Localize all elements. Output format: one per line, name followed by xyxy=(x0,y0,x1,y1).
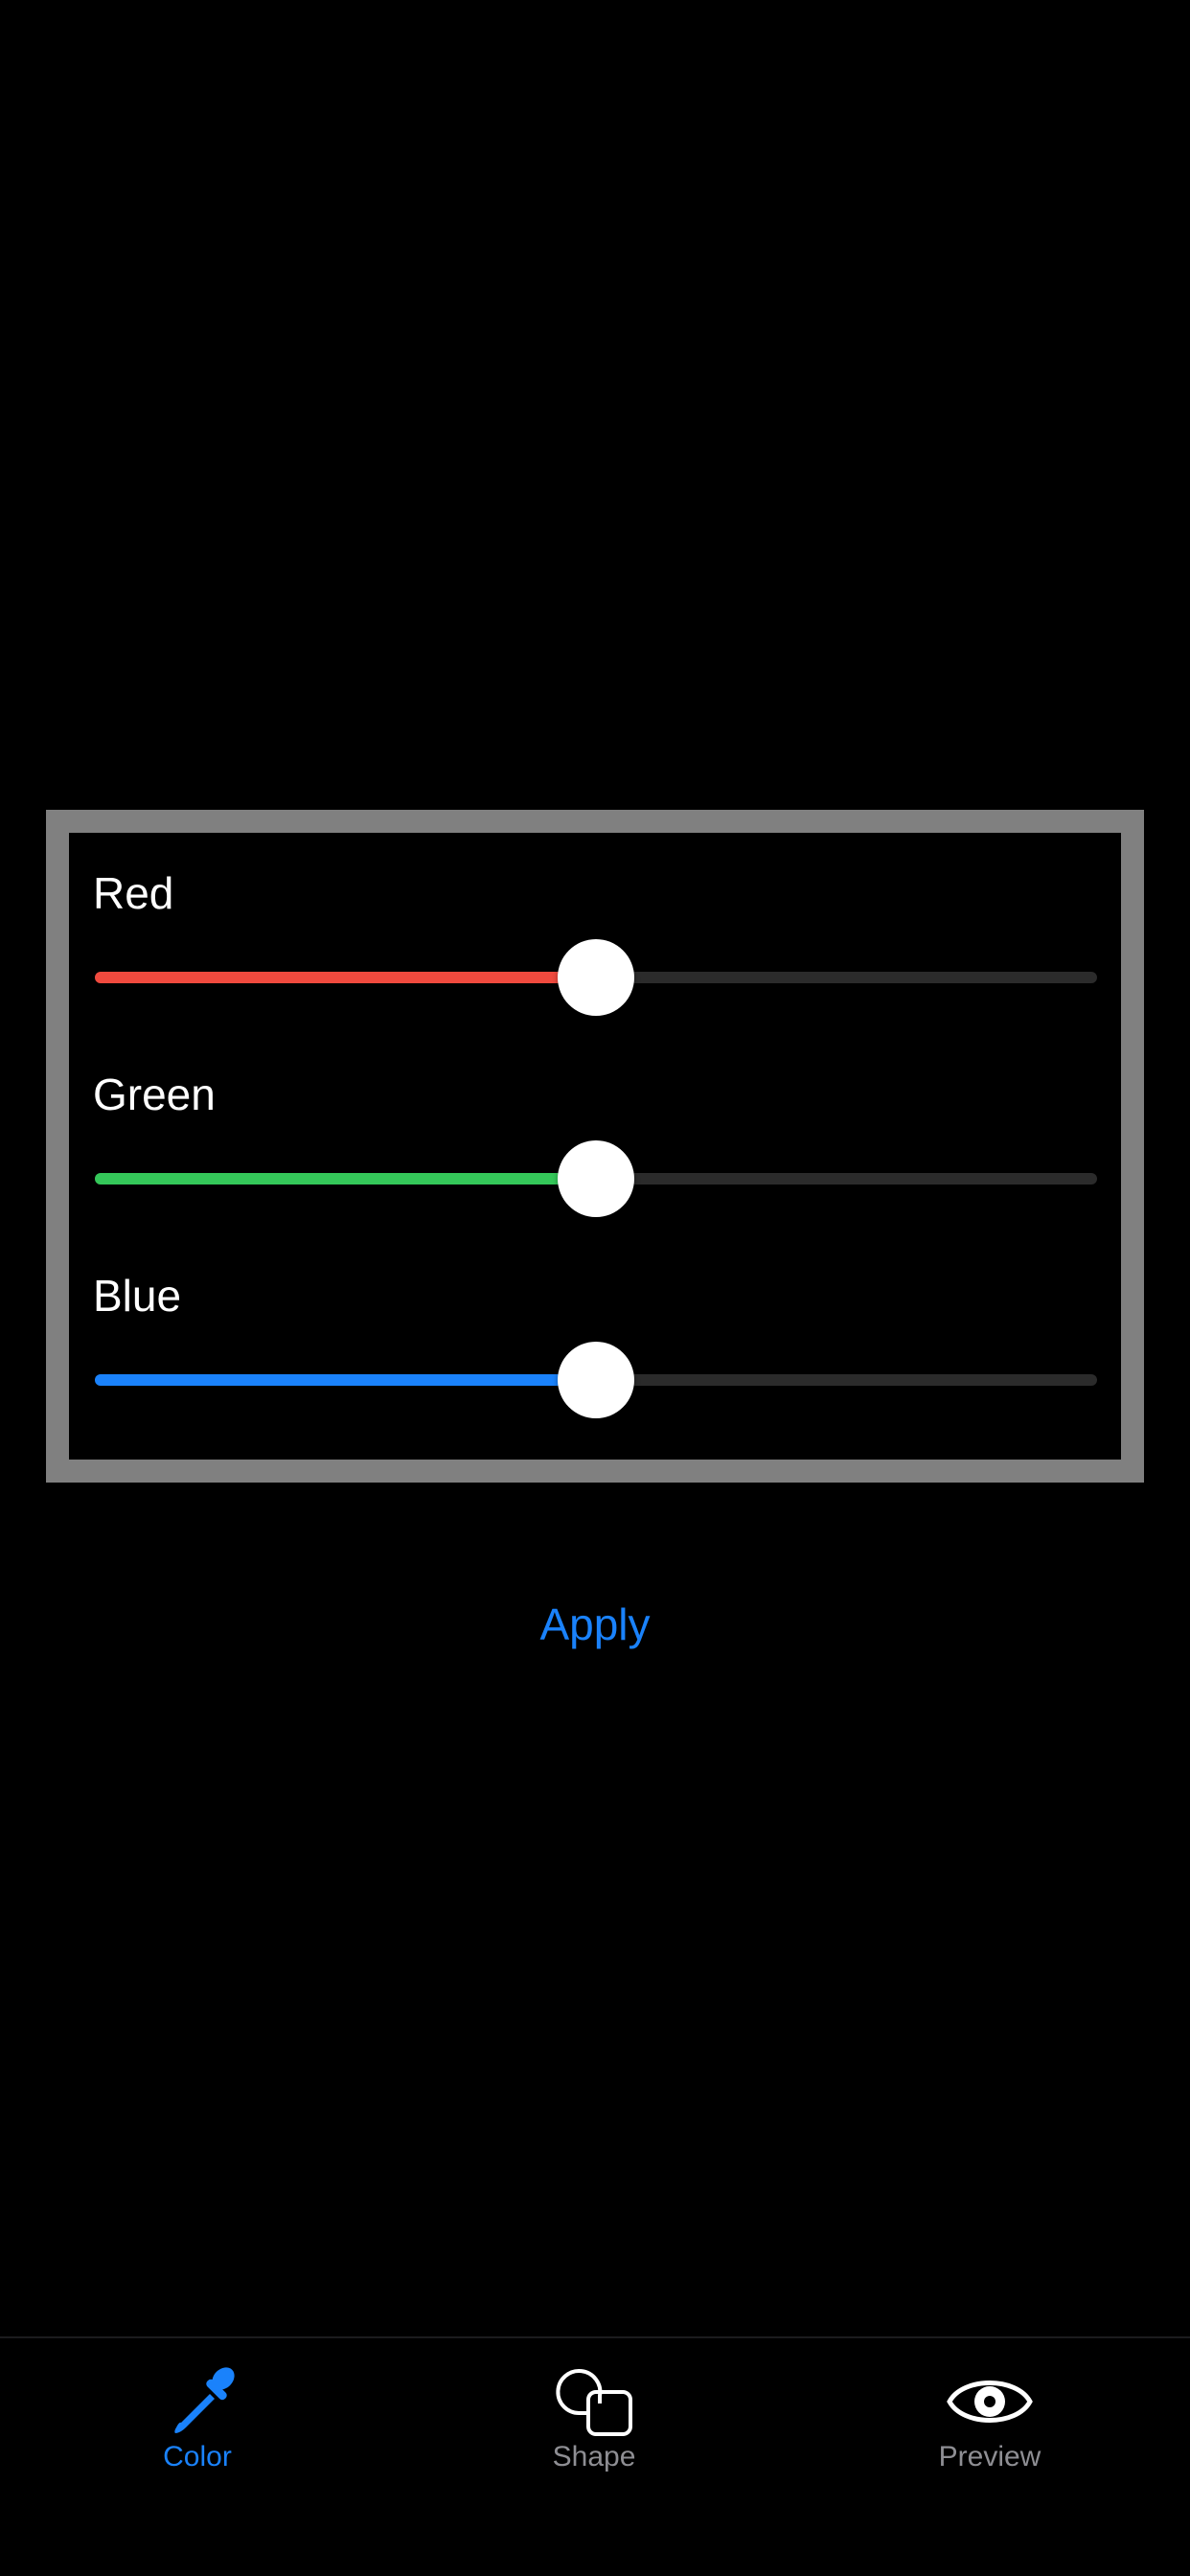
apply-button[interactable]: Apply xyxy=(451,1591,739,1658)
rgb-slider-panel: Red Green Blue xyxy=(46,810,1144,1483)
tab-label-preview: Preview xyxy=(938,2441,1041,2472)
tab-label-color: Color xyxy=(163,2441,232,2472)
red-slider-thumb[interactable] xyxy=(558,939,634,1016)
tab-shape[interactable]: Shape xyxy=(450,2338,738,2492)
red-slider-group: Red xyxy=(69,866,1121,1068)
green-slider[interactable] xyxy=(95,1140,1097,1217)
tab-preview[interactable]: Preview xyxy=(846,2338,1133,2492)
eyedropper-icon xyxy=(149,2363,245,2440)
tab-label-shape: Shape xyxy=(552,2441,636,2472)
green-slider-fill xyxy=(95,1173,596,1184)
blue-slider-fill xyxy=(95,1374,596,1386)
eye-icon xyxy=(942,2363,1038,2440)
red-slider[interactable] xyxy=(95,939,1097,1016)
blue-slider[interactable] xyxy=(95,1342,1097,1418)
blue-slider-label: Blue xyxy=(93,1271,182,1321)
shapes-icon xyxy=(546,2363,642,2440)
green-slider-group: Green xyxy=(69,1068,1121,1269)
tab-bar: Color Shape Preview xyxy=(0,2336,1190,2576)
blue-slider-thumb[interactable] xyxy=(558,1342,634,1418)
blue-slider-group: Blue xyxy=(69,1269,1121,1470)
green-slider-label: Green xyxy=(93,1070,216,1119)
tab-color[interactable]: Color xyxy=(54,2338,341,2492)
green-slider-thumb[interactable] xyxy=(558,1140,634,1217)
red-slider-label: Red xyxy=(93,868,174,918)
red-slider-fill xyxy=(95,972,596,983)
